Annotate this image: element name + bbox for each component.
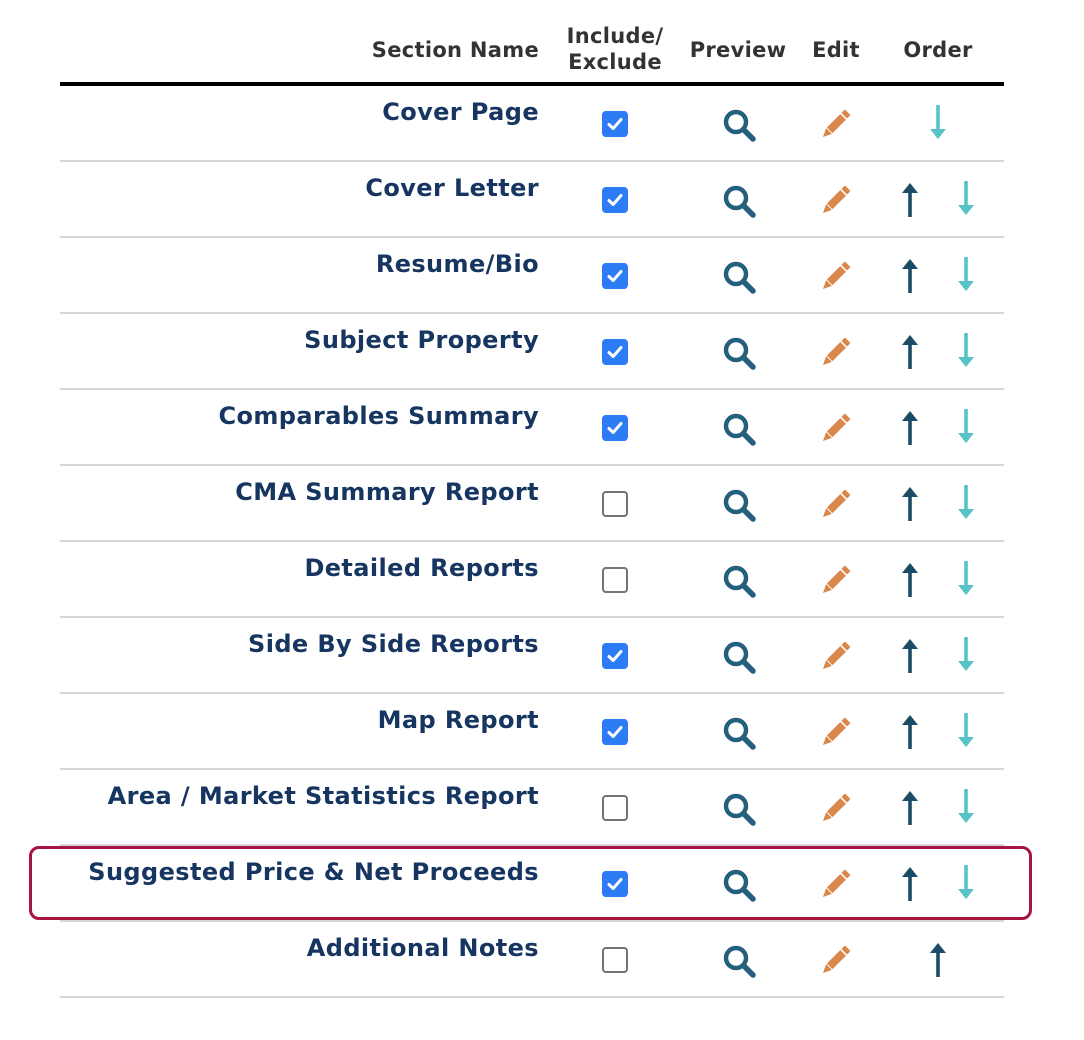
header-preview: Preview xyxy=(689,38,787,62)
header-order: Order xyxy=(903,38,973,62)
arrow-down-icon[interactable] xyxy=(954,635,978,673)
magnifier-icon[interactable] xyxy=(721,335,757,371)
header-include-exclude: Include/ Exclude xyxy=(548,23,682,75)
arrow-up-icon[interactable] xyxy=(898,181,922,219)
pencil-icon[interactable] xyxy=(817,563,853,599)
include-checkbox[interactable] xyxy=(602,187,628,213)
magnifier-icon[interactable] xyxy=(721,715,757,751)
magnifier-icon[interactable] xyxy=(721,259,757,295)
include-checkbox[interactable] xyxy=(602,795,628,821)
magnifier-icon[interactable] xyxy=(721,411,757,447)
magnifier-icon[interactable] xyxy=(721,563,757,599)
pencil-icon[interactable] xyxy=(817,259,853,295)
include-checkbox[interactable] xyxy=(602,111,628,137)
arrow-up-icon[interactable] xyxy=(898,561,922,599)
arrow-down-icon[interactable] xyxy=(954,407,978,445)
table-row: Suggested Price & Net Proceeds xyxy=(60,846,1004,922)
header-edit: Edit xyxy=(812,38,860,62)
header-section-name: Section Name xyxy=(371,38,539,62)
table-row: Resume/Bio xyxy=(60,238,1004,314)
arrow-down-icon[interactable] xyxy=(954,559,978,597)
magnifier-icon[interactable] xyxy=(721,943,757,979)
pencil-icon[interactable] xyxy=(817,107,853,143)
include-checkbox[interactable] xyxy=(602,567,628,593)
pencil-icon[interactable] xyxy=(817,183,853,219)
arrow-up-icon[interactable] xyxy=(898,789,922,827)
magnifier-icon[interactable] xyxy=(721,107,757,143)
arrow-up-icon[interactable] xyxy=(898,257,922,295)
arrow-down-icon[interactable] xyxy=(954,711,978,749)
arrow-down-icon[interactable] xyxy=(954,863,978,901)
arrow-down-icon[interactable] xyxy=(954,255,978,293)
include-checkbox[interactable] xyxy=(602,491,628,517)
table-row: Cover Letter xyxy=(60,162,1004,238)
table-header: Section Name Include/ Exclude Preview Ed… xyxy=(60,0,1004,86)
arrow-down-icon[interactable] xyxy=(954,483,978,521)
section-name: Additional Notes xyxy=(306,934,539,962)
arrow-down-icon[interactable] xyxy=(954,331,978,369)
table-row: Map Report xyxy=(60,694,1004,770)
magnifier-icon[interactable] xyxy=(721,183,757,219)
arrow-up-icon[interactable] xyxy=(926,941,950,979)
table-row: Detailed Reports xyxy=(60,542,1004,618)
section-name: Comparables Summary xyxy=(218,402,539,430)
section-name: Cover Letter xyxy=(365,174,539,202)
include-checkbox[interactable] xyxy=(602,415,628,441)
pencil-icon[interactable] xyxy=(817,867,853,903)
section-name: Suggested Price & Net Proceeds xyxy=(88,858,539,886)
pencil-icon[interactable] xyxy=(817,639,853,675)
section-name: Area / Market Statistics Report xyxy=(107,782,539,810)
arrow-up-icon[interactable] xyxy=(898,865,922,903)
table-row: Additional Notes xyxy=(60,922,1004,998)
arrow-up-icon[interactable] xyxy=(898,409,922,447)
arrow-down-icon[interactable] xyxy=(954,787,978,825)
table-row: Subject Property xyxy=(60,314,1004,390)
pencil-icon[interactable] xyxy=(817,715,853,751)
include-checkbox[interactable] xyxy=(602,719,628,745)
pencil-icon[interactable] xyxy=(817,335,853,371)
section-name: Cover Page xyxy=(382,98,539,126)
magnifier-icon[interactable] xyxy=(721,487,757,523)
table-row: Cover Page xyxy=(60,86,1004,162)
table-row: Area / Market Statistics Report xyxy=(60,770,1004,846)
header-exclude-line: Exclude xyxy=(568,50,662,74)
include-checkbox[interactable] xyxy=(602,339,628,365)
include-checkbox[interactable] xyxy=(602,871,628,897)
include-checkbox[interactable] xyxy=(602,643,628,669)
pencil-icon[interactable] xyxy=(817,411,853,447)
arrow-up-icon[interactable] xyxy=(898,485,922,523)
table-body: Cover Page Cover Letter Resume/Bio Subject … xyxy=(60,86,1004,998)
arrow-up-icon[interactable] xyxy=(898,333,922,371)
magnifier-icon[interactable] xyxy=(721,791,757,827)
report-sections-table: Section Name Include/ Exclude Preview Ed… xyxy=(60,0,1004,998)
include-checkbox[interactable] xyxy=(602,947,628,973)
arrow-up-icon[interactable] xyxy=(898,637,922,675)
include-checkbox[interactable] xyxy=(602,263,628,289)
arrow-up-icon[interactable] xyxy=(898,713,922,751)
table-row: CMA Summary Report xyxy=(60,466,1004,542)
table-row: Comparables Summary xyxy=(60,390,1004,466)
arrow-down-icon[interactable] xyxy=(926,103,950,141)
table-row: Side By Side Reports xyxy=(60,618,1004,694)
magnifier-icon[interactable] xyxy=(721,867,757,903)
arrow-down-icon[interactable] xyxy=(954,179,978,217)
pencil-icon[interactable] xyxy=(817,791,853,827)
pencil-icon[interactable] xyxy=(817,943,853,979)
section-name: Side By Side Reports xyxy=(248,630,539,658)
header-include-line: Include/ xyxy=(566,24,664,48)
section-name: Resume/Bio xyxy=(375,250,539,278)
magnifier-icon[interactable] xyxy=(721,639,757,675)
section-name: Map Report xyxy=(377,706,539,734)
pencil-icon[interactable] xyxy=(817,487,853,523)
section-name: Subject Property xyxy=(304,326,539,354)
section-name: CMA Summary Report xyxy=(235,478,539,506)
section-name: Detailed Reports xyxy=(304,554,539,582)
